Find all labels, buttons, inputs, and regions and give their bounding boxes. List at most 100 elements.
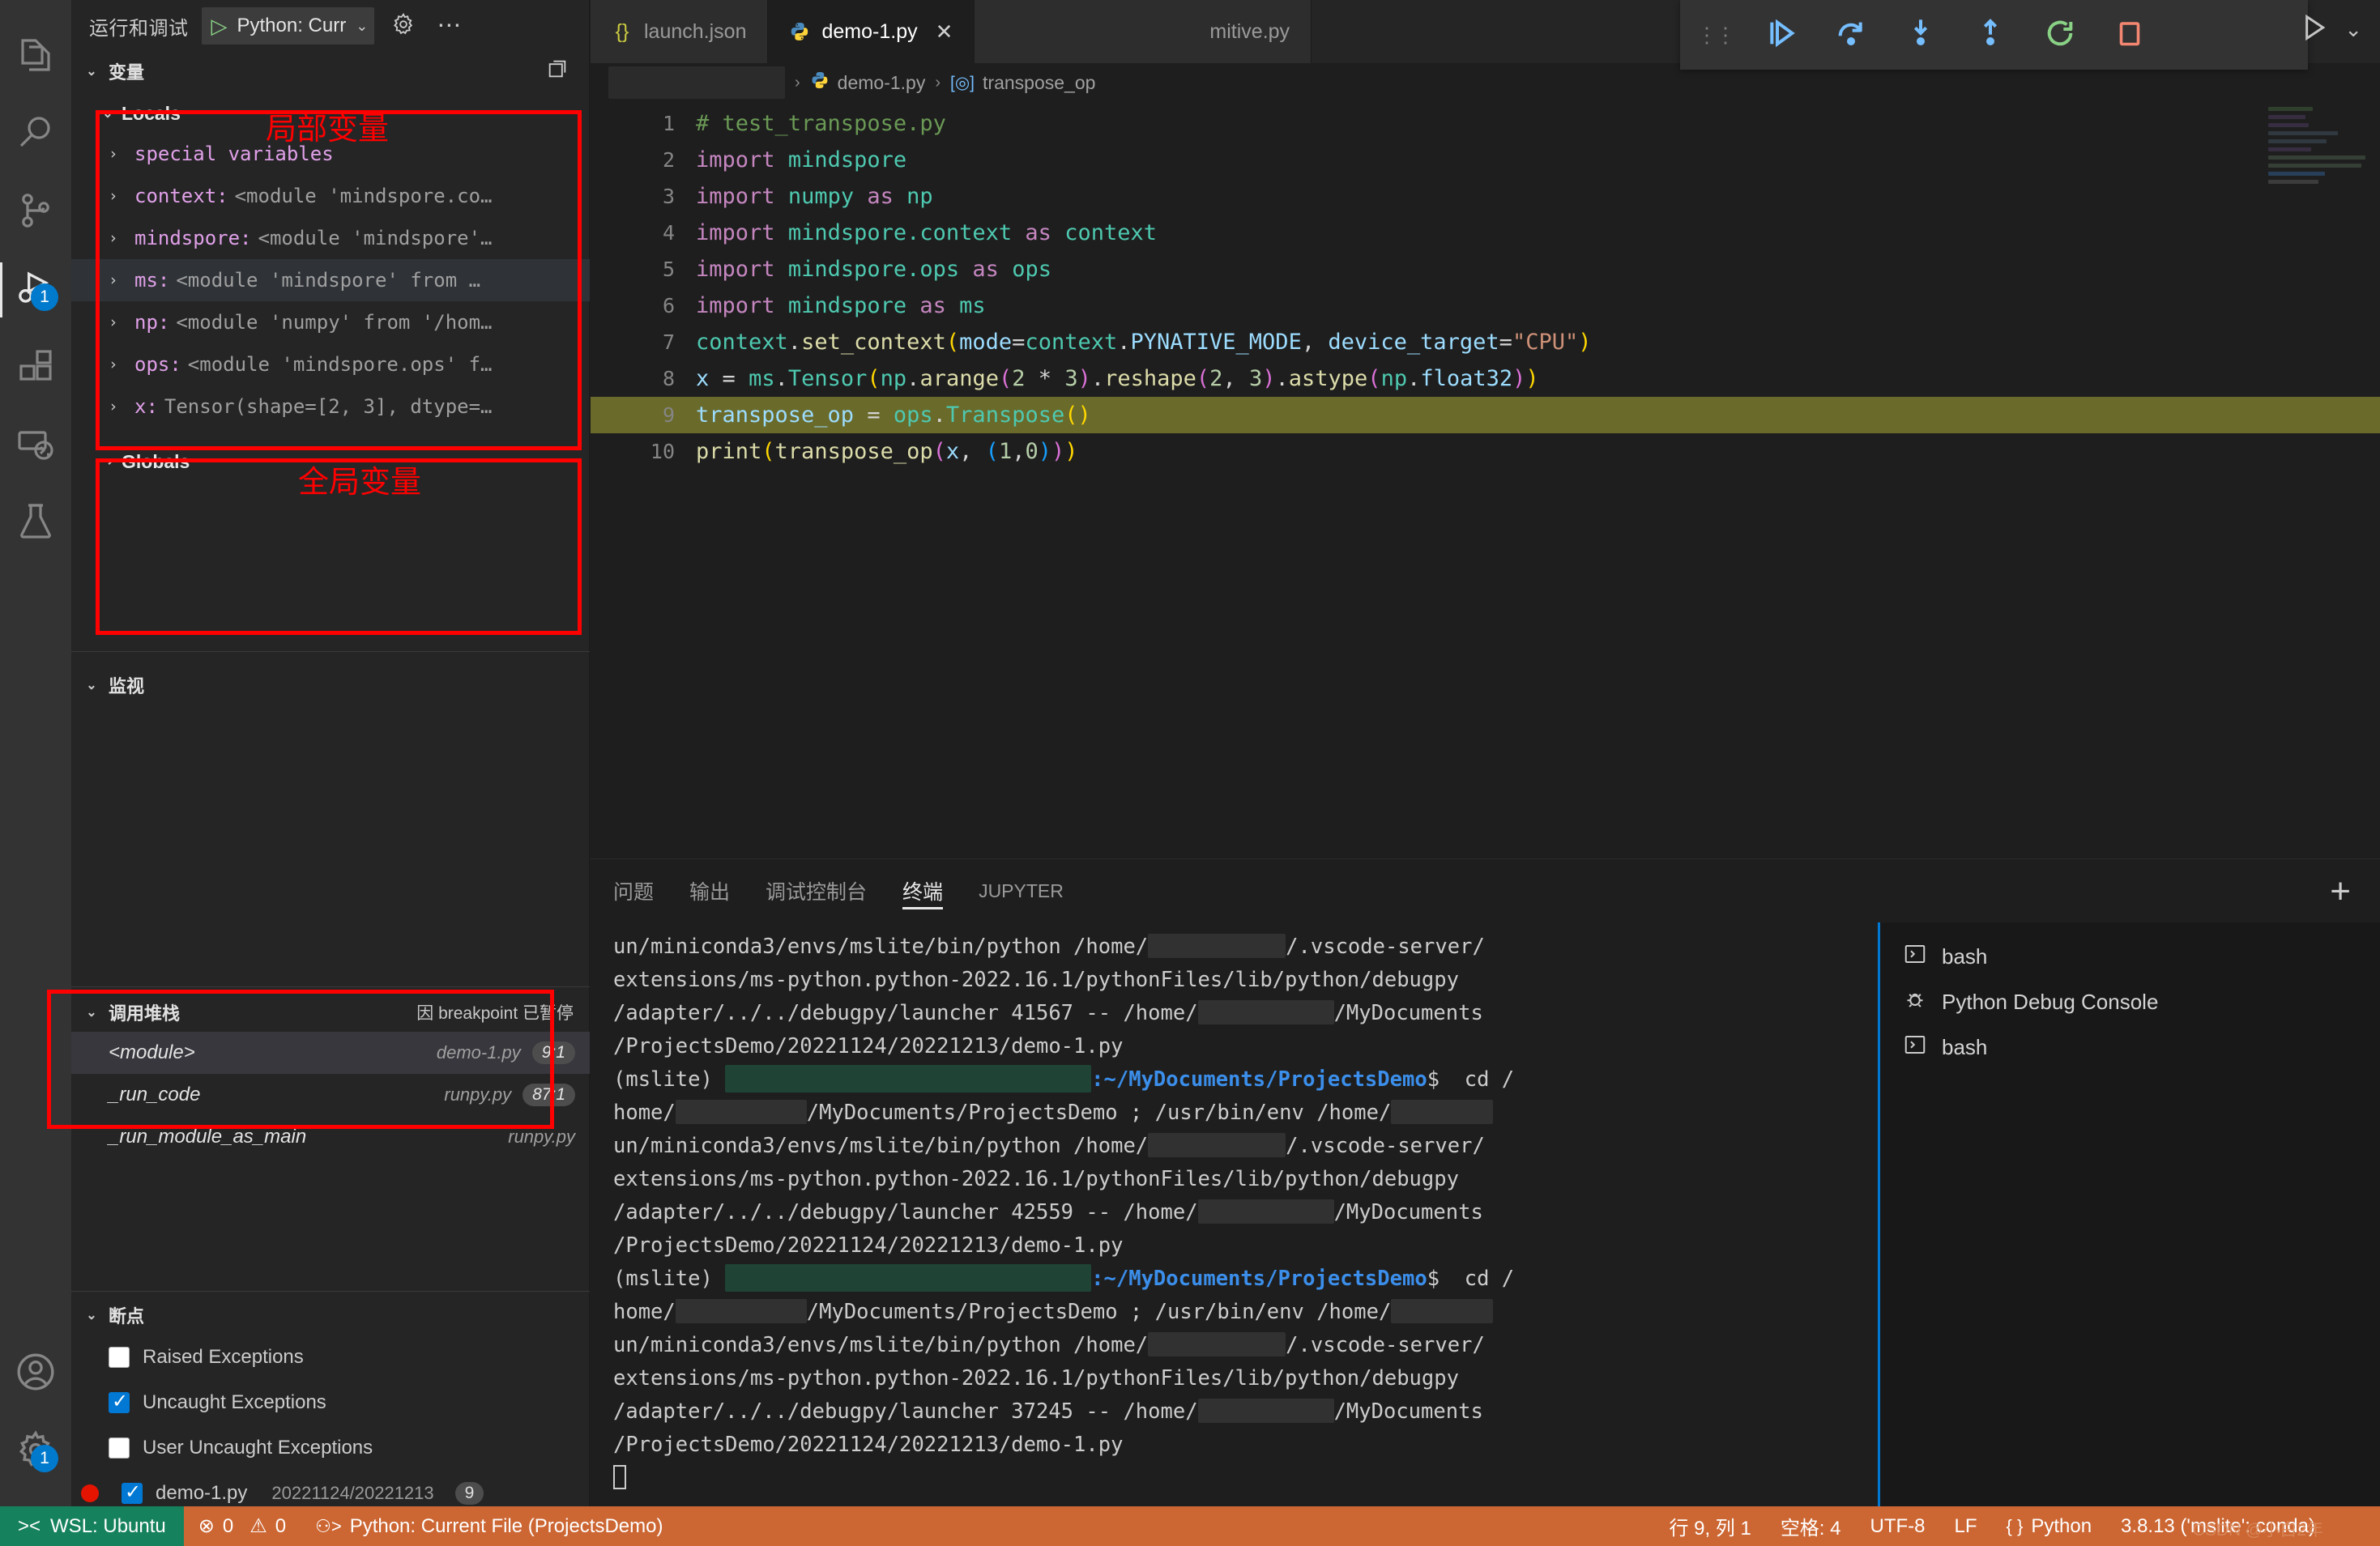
checkbox[interactable] [109, 1392, 130, 1413]
status-indentation[interactable]: 空格: 4 [1766, 1506, 1856, 1546]
open-launch-settings-button[interactable] [387, 10, 420, 42]
more-actions-button[interactable]: ⋯ [433, 10, 465, 42]
files-icon [16, 36, 55, 79]
checkbox[interactable] [109, 1347, 130, 1368]
debug-restart-button[interactable] [2025, 0, 2095, 70]
variable-name: context: [134, 185, 228, 207]
breakpoint-row-uncaught-exceptions[interactable]: Uncaught Exceptions [71, 1380, 590, 1425]
terminal-list-item-python-debug-console[interactable]: Python Debug Console [1880, 979, 2380, 1024]
status-debug-target[interactable]: ⚇> Python: Current File (ProjectsDemo) [301, 1506, 677, 1546]
variable-row-ms[interactable]: › ms: <module 'mindspore' from … [71, 259, 590, 301]
terminal-list-item-bash-1[interactable]: bash [1880, 934, 2380, 979]
add-terminal-icon[interactable]: + [2330, 877, 2351, 905]
editor-tab-launch-json[interactable]: {} launch.json [591, 0, 768, 63]
redacted-host [725, 1264, 1091, 1292]
call-stack-header[interactable]: ⌄ 调用堆栈 因 breakpoint 已暂停 [71, 993, 590, 1032]
terminal-instance-list: bash Python Debug Console bash [1878, 922, 2380, 1506]
remote-icon: >< [18, 1515, 41, 1538]
activity-bar-item-manage[interactable]: 1 [0, 1412, 71, 1490]
breakpoints-header[interactable]: ⌄ 断点 [71, 1296, 590, 1335]
redacted-username [1198, 1199, 1334, 1224]
variable-row-mindspore[interactable]: › mindspore: <module 'mindspore'… [71, 217, 590, 259]
status-debug-label: Python: Current File (ProjectsDemo) [350, 1515, 663, 1538]
breadcrumb-item-symbol[interactable]: [◎] transpose_op [950, 72, 1095, 94]
breakpoint-dot-icon [81, 1484, 99, 1502]
code-line: 3 import numpy as np [591, 178, 2380, 215]
variable-row-np[interactable]: › np: <module 'numpy' from '/hom… [71, 301, 590, 343]
split-editor-icon[interactable]: ⌄ [2344, 17, 2362, 42]
chevron-down-icon[interactable]: ⌄ [356, 18, 368, 35]
redacted-username [1148, 934, 1286, 958]
python-icon: { } [2007, 1516, 2024, 1537]
status-language-label: Python [2031, 1515, 2092, 1538]
panel-tab-terminal[interactable]: 终端 [902, 859, 943, 922]
open-pane-icon[interactable] [546, 57, 569, 85]
activity-bar-item-accounts[interactable] [0, 1335, 71, 1412]
terminal-output[interactable]: un/miniconda3/envs/mslite/bin/python /ho… [591, 922, 1878, 1506]
activity-bar-item-extensions[interactable] [0, 329, 71, 407]
chevron-right-icon: › [109, 229, 128, 247]
status-encoding[interactable]: UTF-8 [1856, 1506, 1940, 1546]
terminal-list-label: Python Debug Console [1942, 990, 2158, 1015]
code-line-current: 9 transpose_op = ops.Transpose() [591, 397, 2380, 433]
activity-bar-item-explorer[interactable] [0, 18, 71, 96]
code-line: 5 import mindspore.ops as ops [591, 251, 2380, 287]
redacted-username [1391, 1100, 1493, 1124]
checkbox[interactable] [122, 1483, 143, 1504]
terminal-list-item-bash-2[interactable]: bash [1880, 1024, 2380, 1070]
chevron-right-icon: › [109, 356, 128, 373]
variables-section-header[interactable]: ⌄ 变量 [71, 52, 590, 91]
status-eol[interactable]: LF [1940, 1506, 1992, 1546]
breadcrumb-item-file[interactable]: demo-1.py [810, 70, 926, 95]
restart-icon [2044, 17, 2076, 53]
debug-step-over-button[interactable] [1816, 0, 1886, 70]
line-number: 9 [591, 403, 696, 427]
status-cursor-position[interactable]: 行 9, 列 1 [1654, 1506, 1765, 1546]
activity-bar-item-testing[interactable] [0, 484, 71, 562]
run-file-icon[interactable] [2297, 11, 2330, 48]
activity-bar-item-source-control[interactable] [0, 173, 71, 251]
debug-stop-button[interactable] [2095, 0, 2165, 70]
activity-bar-item-run-and-debug[interactable]: 1 [0, 251, 71, 329]
call-stack-row[interactable]: <module> demo-1.py 9:1 [71, 1032, 590, 1074]
redacted-username [1148, 1332, 1286, 1356]
variable-row-ops[interactable]: › ops: <module 'mindspore.ops' f… [71, 343, 590, 385]
drag-grip-icon[interactable]: ⋮⋮ [1693, 27, 1747, 44]
editor-tab-mitive-py[interactable]: mitive.py [975, 0, 1312, 63]
variable-row-context[interactable]: › context: <module 'mindspore.co… [71, 175, 590, 217]
status-remote-indicator[interactable]: >< WSL: Ubuntu [0, 1506, 184, 1546]
status-problems[interactable]: ⊗ 0 ⚠ 0 [184, 1506, 301, 1546]
chevron-down-icon: ⌄ [83, 63, 100, 79]
breakpoint-row-raised-exceptions[interactable]: Raised Exceptions [71, 1335, 590, 1380]
activity-bar-item-search[interactable] [0, 96, 71, 173]
call-stack-row[interactable]: _run_code runpy.py 87:1 [71, 1074, 590, 1116]
checkbox[interactable] [109, 1437, 130, 1459]
terminal-cursor [613, 1465, 626, 1489]
close-icon[interactable]: ✕ [936, 19, 953, 45]
variable-name: np: [134, 311, 169, 334]
code-editor[interactable]: 1 # test_transpose.py 2 import mindspore… [591, 105, 2380, 858]
panel-tab-debug-console[interactable]: 调试控制台 [766, 859, 867, 922]
code-line: 4 import mindspore.context as context [591, 215, 2380, 251]
panel-tab-jupyter[interactable]: JUPYTER [979, 859, 1064, 922]
tab-label: mitive.py [1209, 20, 1290, 44]
debug-alt-icon: ⚇> [315, 1516, 342, 1537]
variable-row-x[interactable]: › x: Tensor(shape=[2, 3], dtype=… [71, 385, 590, 428]
debug-step-out-button[interactable] [1956, 0, 2025, 70]
call-stack-row[interactable]: _run_module_as_main runpy.py [71, 1116, 590, 1158]
activity-bar-item-remote-explorer[interactable] [0, 407, 71, 484]
breakpoint-row-user-uncaught-exceptions[interactable]: User Uncaught Exceptions [71, 1425, 590, 1471]
variable-value: <module 'mindspore'… [258, 227, 493, 249]
panel-tab-problems[interactable]: 问题 [613, 859, 654, 922]
launch-configuration-dropdown[interactable]: ▷ Python: Curr ⌄ [202, 7, 375, 45]
minimap[interactable] [2268, 107, 2365, 204]
panel-tab-output[interactable]: 输出 [689, 859, 730, 922]
debug-continue-button[interactable] [1747, 0, 1816, 70]
debug-step-into-button[interactable] [1886, 0, 1956, 70]
python-icon [810, 70, 830, 95]
stack-frame-name: <module> [109, 1041, 195, 1064]
status-language-mode[interactable]: { } Python [1992, 1506, 2107, 1546]
editor-tab-demo-1-py[interactable]: demo-1.py ✕ [768, 0, 975, 63]
watch-section-header[interactable]: ⌄ 监视 [71, 666, 590, 705]
gear-icon [391, 12, 416, 40]
